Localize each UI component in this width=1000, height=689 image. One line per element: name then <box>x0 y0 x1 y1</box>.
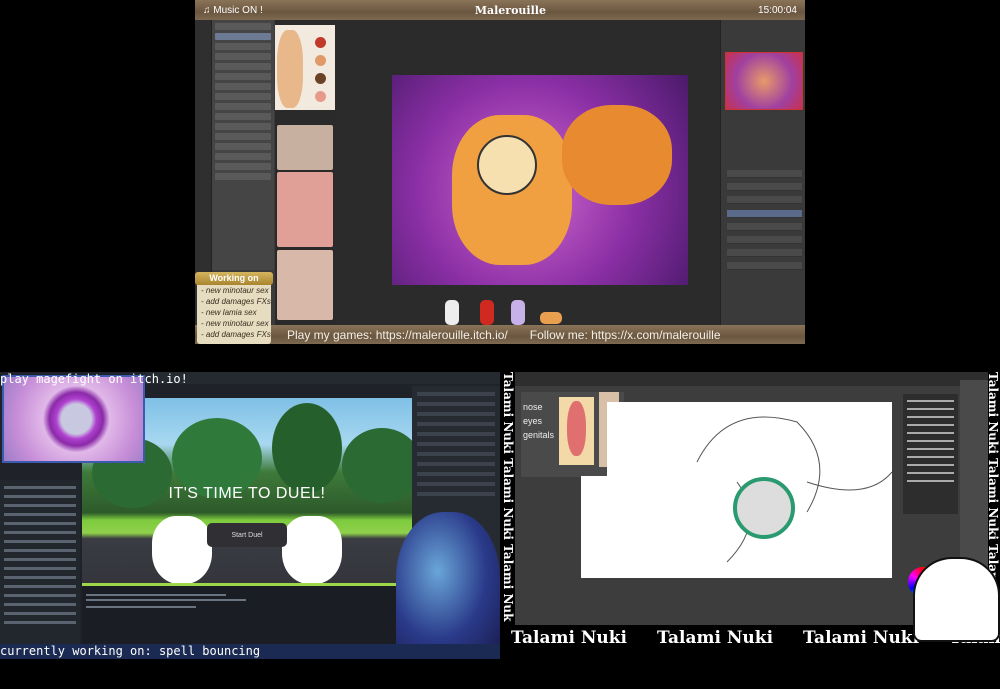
note: eyes <box>523 416 543 426</box>
status-text: currently working on: spell bouncing <box>0 644 261 658</box>
working-on-header: Working on <box>195 272 273 285</box>
stream-title-bar: ♫ Music ON ! Malerouille 15:00:04 <box>195 0 805 20</box>
right-hand <box>282 516 342 583</box>
todo-item: - new minotaur sex <box>201 286 269 295</box>
top-stream-panel: ♫ Music ON ! Malerouille 15:00:04 Play m… <box>195 0 805 344</box>
tool-property-panel[interactable] <box>212 20 274 270</box>
mascot-sprite <box>511 300 525 325</box>
music-status: ♫ Music ON ! <box>203 4 263 16</box>
note: genitals <box>523 430 555 440</box>
filesystem-tree[interactable] <box>0 480 80 646</box>
layer-row[interactable] <box>727 210 802 218</box>
todo-item: - add damages FXs <box>201 297 271 306</box>
layer-row[interactable] <box>727 262 802 270</box>
music-note-icon: ♫ <box>203 4 214 16</box>
brush-presets[interactable] <box>903 394 958 514</box>
duel-title: IT'S TIME TO DUEL! <box>168 485 326 502</box>
drawing-stream-panel: Talami Nuki Talami Nuki Talami Nuki Tala… <box>503 372 1000 689</box>
follow-link: Follow me: https://x.com/malerouille <box>529 327 721 342</box>
todo-item: - add damages FXs <box>201 330 271 339</box>
layer-row[interactable] <box>727 170 802 178</box>
start-duel-button[interactable]: Start Duel <box>207 523 287 547</box>
status-taskbar: currently working on: spell bouncing <box>0 644 500 659</box>
clock: 15:00:04 <box>758 4 797 16</box>
games-link: Play my games: https://malerouille.itch.… <box>287 327 508 342</box>
navigator-thumbnail <box>725 52 803 110</box>
output-console <box>82 586 412 644</box>
layer-row[interactable] <box>727 249 802 257</box>
todo-item: - new lamia sex <box>201 308 257 317</box>
game-dev-stream-panel: IT'S TIME TO DUEL! Start Duel play magef… <box>0 372 500 659</box>
color-dot <box>315 37 326 48</box>
krita-menubar[interactable] <box>515 372 988 386</box>
links-footer: Play my games: https://malerouille.itch.… <box>195 325 805 344</box>
chibi-mascot <box>913 557 1000 642</box>
layer-row[interactable] <box>727 196 802 204</box>
title-logo: Malerouille <box>474 3 546 17</box>
layer-row[interactable] <box>727 223 802 231</box>
mascot-sprite <box>540 312 562 324</box>
promo-banner: play magefight on itch.io! <box>0 372 188 386</box>
artwork-canvas[interactable] <box>392 75 688 285</box>
mascot-sprite <box>445 300 459 325</box>
mascot-sprite <box>480 300 494 325</box>
streamer-name: Talami Nuki <box>803 627 920 648</box>
vr-camera-overlay <box>2 375 145 463</box>
color-dot <box>315 55 326 66</box>
color-dot <box>315 73 326 84</box>
color-dot <box>315 91 326 102</box>
note: nose <box>523 402 543 412</box>
color-swatch-reference <box>275 25 335 110</box>
todo-item: - new minotaur sex <box>201 319 269 328</box>
character-medallion <box>733 477 795 539</box>
streamer-name: Talami Nuki <box>657 627 774 648</box>
left-hand <box>152 516 212 583</box>
vtuber-avatar <box>396 512 500 659</box>
layer-row[interactable] <box>727 183 802 191</box>
layer-row[interactable] <box>727 236 802 244</box>
side-name-left: Talami Nuki Talami Nuki Talami Nuki <box>503 372 515 622</box>
editor-menubar[interactable] <box>145 372 500 384</box>
streamer-name: Talami Nuki <box>511 627 628 648</box>
working-on-panel: Working on - new minotaur sex - add dama… <box>195 272 273 344</box>
